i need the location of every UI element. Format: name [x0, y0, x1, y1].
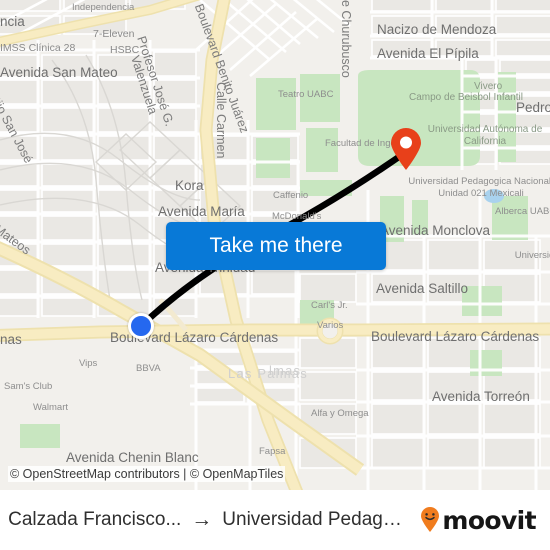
pin-shape	[391, 128, 421, 170]
route-origin-label: Calzada Francisco...	[8, 509, 182, 530]
route-summary: Calzada Francisco... → Universidad Pedag…	[0, 508, 420, 532]
pool-water	[484, 189, 504, 203]
moovit-route-preview: Independencia ncia 7-Eleven IMSS Clínica 28…	[0, 0, 550, 550]
footer-bar: Calzada Francisco... → Universidad Pedag…	[0, 490, 550, 550]
route-destination-label: Universidad Pedagogica Naci...	[222, 509, 412, 530]
moovit-logo[interactable]: moovit	[420, 506, 550, 535]
take-me-there-label: Take me there	[209, 234, 343, 257]
moovit-pin-icon	[421, 507, 440, 532]
pin-inner-dot	[400, 136, 412, 149]
arrow-right-icon: →	[191, 508, 213, 531]
map-attribution[interactable]: © OpenStreetMap contributors | © OpenMap…	[8, 466, 286, 482]
destination-pin[interactable]	[389, 127, 423, 171]
moovit-wordmark: moovit	[442, 505, 536, 535]
origin-dot[interactable]	[128, 313, 154, 339]
map-canvas[interactable]: Independencia ncia 7-Eleven IMSS Clínica 28…	[0, 0, 550, 490]
take-me-there-button[interactable]: Take me there	[166, 222, 386, 270]
